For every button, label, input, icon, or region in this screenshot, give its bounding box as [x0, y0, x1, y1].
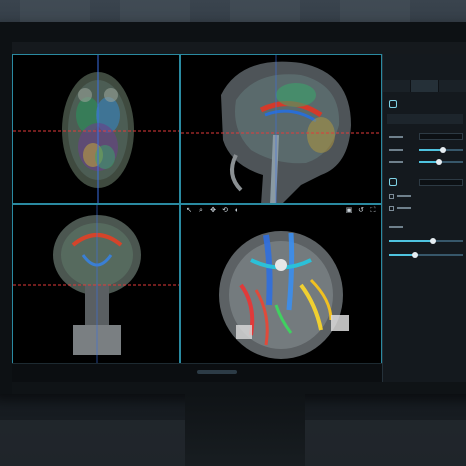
slider-opacity[interactable]	[419, 147, 463, 153]
row-label	[397, 195, 411, 197]
sagittal-view-pane[interactable]	[180, 54, 382, 204]
panel-section-header	[387, 114, 463, 124]
settings-icon[interactable]	[389, 178, 397, 186]
row-label	[389, 136, 403, 138]
tab-2[interactable]	[411, 80, 439, 92]
3d-view-pane[interactable]: ↖ ⌕ ✥ ⟲ ◐ ▣ ↺ ⛶	[180, 204, 382, 364]
slider-brightness[interactable]	[419, 159, 463, 165]
slider-threshold[interactable]	[389, 238, 463, 244]
3d-fiber-tractography	[219, 231, 349, 359]
layer-icon[interactable]	[389, 100, 397, 108]
slider-smoothing[interactable]	[389, 252, 463, 258]
monitor-screen: ↖ ⌕ ✥ ⟲ ◐ ▣ ↺ ⛶	[12, 42, 466, 382]
checkbox[interactable]	[389, 206, 394, 211]
row-label	[389, 161, 403, 163]
axial-view-pane[interactable]	[12, 54, 180, 204]
viewer-status-bar	[12, 363, 382, 382]
slider-knob[interactable]	[435, 159, 442, 165]
row-label	[389, 226, 403, 228]
slider-fill	[389, 240, 434, 242]
slice-navigator[interactable]	[197, 370, 237, 374]
axial-mri-slice	[13, 55, 179, 203]
monitor-chin	[12, 382, 466, 394]
monitor-stand	[185, 394, 305, 466]
panel-tabs	[383, 80, 466, 92]
title-bar	[12, 42, 466, 54]
sagittal-mri-slice	[181, 55, 381, 203]
row-label	[389, 149, 403, 151]
type-dropdown[interactable]	[419, 133, 463, 140]
image-viewer: ↖ ⌕ ✥ ⟲ ◐ ▣ ↺ ⛶	[12, 54, 382, 382]
slider-knob[interactable]	[411, 252, 418, 258]
control-panel	[382, 54, 466, 382]
row-label	[397, 207, 411, 209]
tab-3[interactable]	[439, 80, 466, 92]
checkbox[interactable]	[389, 194, 394, 199]
mode-dropdown[interactable]	[419, 179, 463, 186]
coronal-view-pane[interactable]	[12, 204, 180, 364]
slider-knob[interactable]	[430, 238, 437, 244]
photo-scene: ↖ ⌕ ✥ ⟲ ◐ ▣ ↺ ⛶	[0, 0, 466, 466]
tab-1[interactable]	[383, 80, 411, 92]
slider-knob[interactable]	[440, 147, 447, 153]
coronal-mri-slice	[13, 205, 179, 363]
